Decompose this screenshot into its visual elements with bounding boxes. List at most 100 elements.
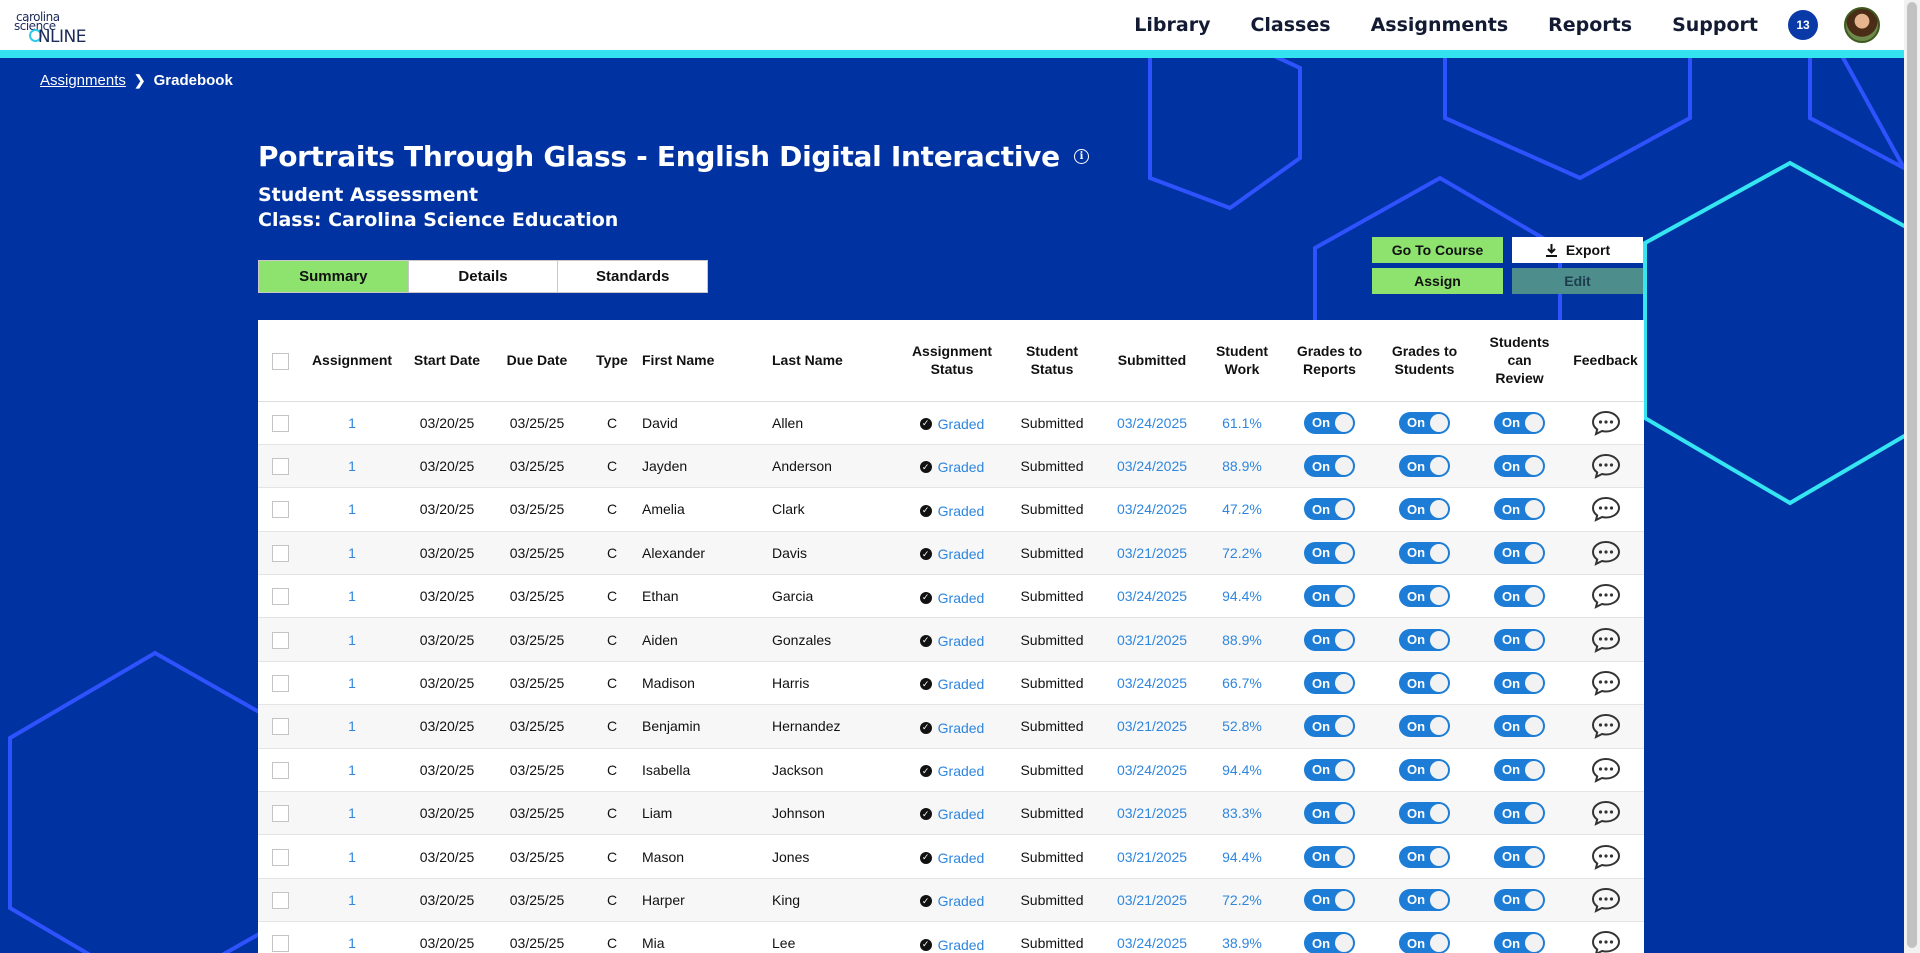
export-button[interactable]: Export bbox=[1512, 237, 1643, 263]
students-can-review-toggle[interactable]: On bbox=[1494, 455, 1545, 478]
nav-assignments[interactable]: Assignments bbox=[1351, 14, 1529, 36]
students-can-review-toggle[interactable]: On bbox=[1494, 758, 1545, 781]
grades-to-reports-toggle[interactable]: On bbox=[1304, 585, 1355, 608]
submitted-date-link[interactable]: 03/24/2025 bbox=[1102, 487, 1202, 532]
grades-to-reports-toggle[interactable]: On bbox=[1304, 845, 1355, 868]
submitted-date-link[interactable]: 03/21/2025 bbox=[1102, 617, 1202, 662]
header-student-work[interactable]: Student Work bbox=[1202, 320, 1282, 402]
grades-to-reports-toggle[interactable]: On bbox=[1304, 498, 1355, 521]
chat-bubble-icon[interactable] bbox=[1591, 627, 1621, 653]
grades-to-students-toggle[interactable]: On bbox=[1399, 628, 1450, 651]
student-work-link[interactable]: 88.9% bbox=[1202, 617, 1282, 662]
row-checkbox[interactable] bbox=[271, 935, 289, 953]
student-work-link[interactable]: 83.3% bbox=[1202, 791, 1282, 836]
grades-to-students-toggle[interactable]: On bbox=[1399, 932, 1450, 953]
nav-support[interactable]: Support bbox=[1652, 14, 1778, 36]
grades-to-reports-toggle[interactable]: On bbox=[1304, 932, 1355, 953]
student-work-link[interactable]: 94.4% bbox=[1202, 834, 1282, 879]
student-work-link[interactable]: 94.4% bbox=[1202, 574, 1282, 619]
grades-to-reports-toggle[interactable]: On bbox=[1304, 802, 1355, 825]
submitted-date-link[interactable]: 03/24/2025 bbox=[1102, 748, 1202, 793]
grades-to-students-toggle[interactable]: On bbox=[1399, 672, 1450, 695]
graded-status-link[interactable]: Graded bbox=[938, 763, 985, 779]
row-checkbox[interactable] bbox=[271, 761, 289, 779]
assignment-number-link[interactable]: 1 bbox=[302, 921, 402, 953]
submitted-date-link[interactable]: 03/24/2025 bbox=[1102, 921, 1202, 953]
students-can-review-toggle[interactable]: On bbox=[1494, 715, 1545, 738]
grades-to-reports-toggle[interactable]: On bbox=[1304, 411, 1355, 434]
grades-to-reports-toggle[interactable]: On bbox=[1304, 758, 1355, 781]
row-checkbox[interactable] bbox=[271, 718, 289, 736]
chat-bubble-icon[interactable] bbox=[1591, 583, 1621, 610]
assignment-number-link[interactable]: 1 bbox=[302, 574, 402, 619]
grades-to-reports-toggle[interactable]: On bbox=[1304, 672, 1355, 695]
grades-to-students-toggle[interactable]: On bbox=[1399, 845, 1450, 868]
grades-to-reports-toggle[interactable]: On bbox=[1304, 888, 1355, 911]
nav-classes[interactable]: Classes bbox=[1230, 14, 1350, 36]
header-submitted[interactable]: Submitted bbox=[1102, 320, 1202, 402]
assignment-number-link[interactable]: 1 bbox=[302, 531, 402, 576]
header-students-can-review[interactable]: Students can Review bbox=[1472, 320, 1567, 402]
grades-to-students-toggle[interactable]: On bbox=[1399, 758, 1450, 781]
submitted-date-link[interactable]: 03/21/2025 bbox=[1102, 704, 1202, 749]
students-can-review-toggle[interactable]: On bbox=[1494, 585, 1545, 608]
breadcrumb-assignments-link[interactable]: Assignments bbox=[40, 72, 126, 89]
header-student-status[interactable]: Student Status bbox=[1002, 320, 1102, 402]
submitted-date-link[interactable]: 03/21/2025 bbox=[1102, 791, 1202, 836]
header-grades-to-reports[interactable]: Grades to Reports bbox=[1282, 320, 1377, 402]
grades-to-students-toggle[interactable]: On bbox=[1399, 585, 1450, 608]
grades-to-reports-toggle[interactable]: On bbox=[1304, 715, 1355, 738]
assignment-number-link[interactable]: 1 bbox=[302, 791, 402, 836]
graded-status-link[interactable]: Graded bbox=[938, 893, 985, 909]
tab-standards[interactable]: Standards bbox=[558, 261, 707, 292]
students-can-review-toggle[interactable]: On bbox=[1494, 541, 1545, 564]
assign-button[interactable]: Assign bbox=[1372, 268, 1503, 294]
students-can-review-toggle[interactable]: On bbox=[1494, 932, 1545, 953]
assignment-number-link[interactable]: 1 bbox=[302, 617, 402, 662]
submitted-date-link[interactable]: 03/21/2025 bbox=[1102, 531, 1202, 576]
grades-to-students-toggle[interactable]: On bbox=[1399, 455, 1450, 478]
student-work-link[interactable]: 52.8% bbox=[1202, 704, 1282, 749]
graded-status-link[interactable]: Graded bbox=[938, 850, 985, 866]
graded-status-link[interactable]: Graded bbox=[938, 503, 985, 519]
students-can-review-toggle[interactable]: On bbox=[1494, 672, 1545, 695]
graded-status-link[interactable]: Graded bbox=[938, 937, 985, 953]
graded-status-link[interactable]: Graded bbox=[938, 806, 985, 822]
grades-to-students-toggle[interactable]: On bbox=[1399, 498, 1450, 521]
row-checkbox[interactable] bbox=[271, 544, 289, 562]
grades-to-students-toggle[interactable]: On bbox=[1399, 802, 1450, 825]
student-work-link[interactable]: 72.2% bbox=[1202, 878, 1282, 923]
graded-status-link[interactable]: Graded bbox=[938, 416, 985, 432]
chat-bubble-icon[interactable] bbox=[1591, 540, 1621, 566]
carolina-science-online-logo[interactable]: carolina science NLINE bbox=[14, 8, 109, 47]
header-last-name[interactable]: Last Name bbox=[772, 320, 902, 402]
user-avatar[interactable] bbox=[1844, 7, 1880, 43]
graded-status-link[interactable]: Graded bbox=[938, 676, 985, 692]
submitted-date-link[interactable]: 03/24/2025 bbox=[1102, 444, 1202, 489]
assignment-number-link[interactable]: 1 bbox=[302, 401, 402, 445]
row-checkbox[interactable] bbox=[271, 848, 289, 866]
header-start-date[interactable]: Start Date bbox=[402, 320, 492, 402]
graded-status-link[interactable]: Graded bbox=[938, 720, 985, 736]
submitted-date-link[interactable]: 03/21/2025 bbox=[1102, 878, 1202, 923]
row-checkbox[interactable] bbox=[271, 805, 289, 823]
header-assignment[interactable]: Assignment bbox=[302, 320, 402, 402]
info-icon[interactable]: i bbox=[1073, 149, 1089, 164]
students-can-review-toggle[interactable]: On bbox=[1494, 411, 1545, 434]
header-grades-to-students[interactable]: Grades to Students bbox=[1377, 320, 1472, 402]
header-assignment-status[interactable]: Assignment Status bbox=[902, 320, 1002, 402]
chat-bubble-icon[interactable] bbox=[1591, 496, 1621, 523]
grades-to-reports-toggle[interactable]: On bbox=[1304, 541, 1355, 564]
student-work-link[interactable]: 66.7% bbox=[1202, 661, 1282, 706]
header-type[interactable]: Type bbox=[582, 320, 642, 402]
assignment-number-link[interactable]: 1 bbox=[302, 878, 402, 923]
page-scrollbar[interactable] bbox=[1904, 0, 1920, 953]
graded-status-link[interactable]: Graded bbox=[938, 590, 985, 606]
header-first-name[interactable]: First Name bbox=[642, 320, 772, 402]
student-work-link[interactable]: 88.9% bbox=[1202, 444, 1282, 489]
student-work-link[interactable]: 47.2% bbox=[1202, 487, 1282, 532]
row-checkbox[interactable] bbox=[271, 631, 289, 649]
student-work-link[interactable]: 72.2% bbox=[1202, 531, 1282, 576]
chat-bubble-icon[interactable] bbox=[1591, 930, 1621, 953]
graded-status-link[interactable]: Graded bbox=[938, 546, 985, 562]
